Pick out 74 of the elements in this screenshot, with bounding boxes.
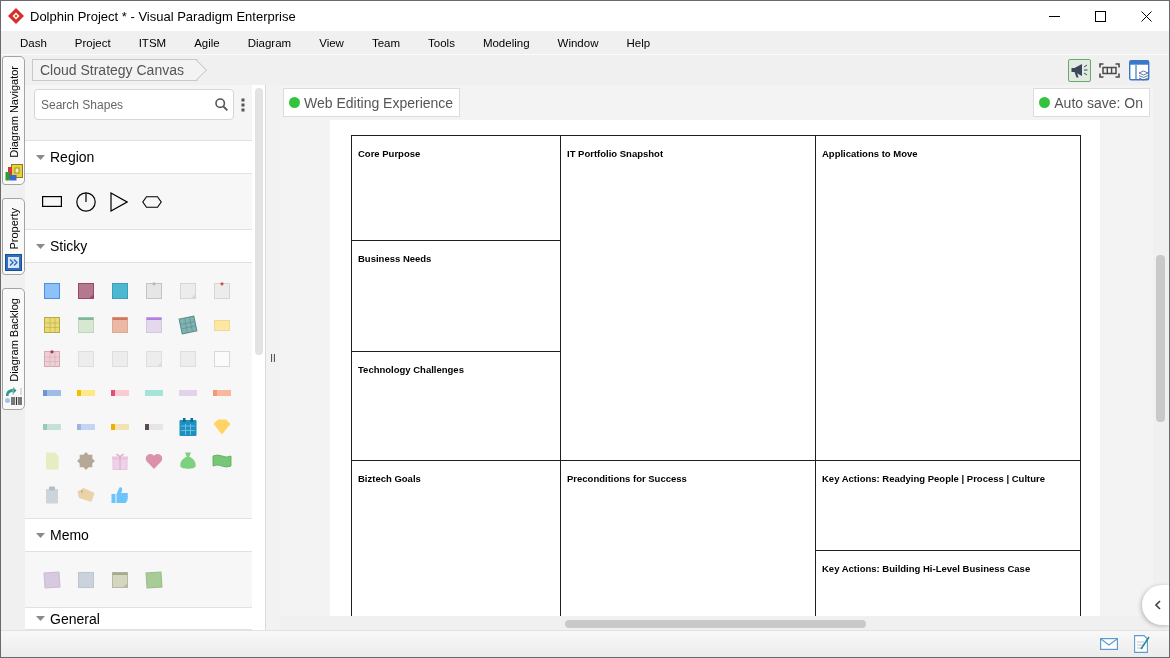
app-logo-icon [8,8,24,24]
gem-icon[interactable] [212,417,232,437]
menu-item[interactable]: Window [553,34,603,51]
block-title: Applications to Move [822,148,918,159]
menu-item[interactable]: ITSM [134,34,171,51]
status-badge[interactable]: Auto save: On [1033,88,1150,117]
block-title: Technology Challenges [358,364,464,375]
section-header[interactable]: Sticky [25,229,252,263]
scrollbar-thumb[interactable] [565,620,866,628]
fit-frame-icon [1099,62,1120,78]
side-tab[interactable]: Diagram Navigator [2,56,25,185]
heart-icon[interactable] [144,451,164,471]
block-title: IT Portfolio Snapshot [567,148,664,159]
search-icon [215,98,228,111]
menu-item[interactable]: Diagram [243,34,296,51]
menu-item[interactable]: Help [622,34,655,51]
thumbs-up-icon[interactable] [110,485,130,505]
maximize-icon [1094,10,1106,22]
menu-item[interactable]: Modeling [478,34,534,51]
sticky-note-icon[interactable] [42,349,62,369]
megaphone-icon [1071,62,1088,78]
sticky-note-icon[interactable] [76,281,96,301]
sticky-note-icon[interactable] [110,315,130,335]
block-title: Biztech Goals [358,473,421,484]
menu-item[interactable]: Tools [424,34,459,51]
layout-panel-icon [1129,59,1150,81]
minimize-icon [1048,15,1060,17]
side-tab[interactable]: Diagram Backlog [2,288,25,411]
sticky-note-icon[interactable] [42,281,62,301]
double-chevron-square-icon [5,254,22,272]
sticky-note-icon[interactable] [178,315,198,335]
menu-item[interactable]: Dash [16,34,51,51]
search-field[interactable]: Search Shapes [34,89,234,120]
grip-icon [271,353,275,362]
circle-icon[interactable] [76,191,96,212]
block-title: Business Needs [358,253,432,264]
close-icon [1140,10,1152,22]
sticky-note-icon[interactable] [110,281,130,301]
scrollbar-thumb[interactable] [255,88,263,355]
section-header[interactable]: General [25,607,252,630]
triangle-icon[interactable] [110,191,128,212]
status-badge[interactable]: Web Editing Experience [283,88,461,117]
chevron-left-icon [1154,600,1161,610]
block-title: Key Actions: Building Hi-Level Business Case [822,563,1031,574]
window-title: Dolphin Project * - Visual Paradigm Enterprise [30,8,297,24]
calendar-icon[interactable] [178,417,198,437]
side-tab[interactable]: Property [2,197,25,276]
block-title: Preconditions for Success [567,473,687,484]
collapse-button[interactable] [1142,585,1169,625]
mail-icon[interactable] [1100,638,1118,650]
arrow-barcode-icon [4,387,23,407]
block-title: Core Purpose [358,148,421,159]
edit-document-icon[interactable] [1134,635,1150,653]
gear-icon[interactable] [76,451,96,471]
more-icon [240,97,245,112]
menu-item[interactable]: Agile [190,34,224,51]
sticky-note-icon[interactable] [144,315,164,335]
toolbar-button[interactable] [1128,58,1151,82]
tag-icon[interactable] [76,485,96,505]
books-icon [4,162,23,181]
menu-item[interactable]: View [315,34,348,51]
menu-item[interactable]: Project [70,34,115,51]
hexagon-icon[interactable] [142,195,162,208]
section-header[interactable]: Memo [25,518,252,552]
toolbar-button[interactable] [1068,58,1091,82]
money-bag-icon[interactable] [178,451,198,471]
block-title: Key Actions: Readying People | Process | Culture [822,473,1045,484]
menu-item[interactable]: Team [367,34,405,51]
scrollbar-thumb[interactable] [1156,255,1165,422]
search-input[interactable]: Search Shapes [41,97,211,112]
section-header[interactable]: Region [25,140,252,174]
rectangle-icon[interactable] [42,196,62,207]
banknote-icon[interactable] [212,451,232,471]
gift-icon[interactable] [110,451,130,471]
